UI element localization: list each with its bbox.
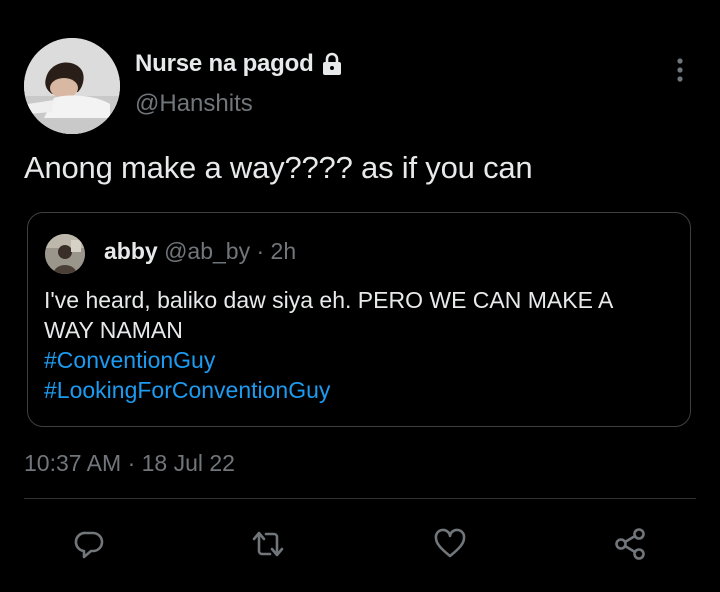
hashtag-link[interactable]: #LookingForConventionGuy (44, 375, 684, 405)
reply-icon[interactable] (72, 526, 108, 562)
author-avatar[interactable] (24, 38, 120, 134)
quoted-meta: @ab_by · 2h (164, 238, 297, 264)
quoted-author-avatar (45, 234, 85, 274)
quoted-header: abby @ab_by · 2h (104, 238, 296, 265)
author-handle[interactable]: @Hanshits (135, 90, 253, 118)
tweet-timestamp: 10:37 AM · 18 Jul 22 (24, 450, 235, 476)
author-name-row: Nurse na pagod (135, 50, 343, 78)
quoted-text-line: WAY NAMAN (44, 317, 183, 343)
author-display-name[interactable]: Nurse na pagod (135, 50, 314, 78)
quoted-display-name: abby (104, 238, 158, 264)
quoted-tweet[interactable]: abby @ab_by · 2h I've heard, baliko daw … (27, 212, 691, 427)
share-icon[interactable] (612, 526, 648, 562)
quoted-text-line: I've heard, baliko daw siya eh. PERO WE … (44, 287, 614, 313)
lock-icon (321, 52, 343, 76)
tweet-text: Anong make a way???? as if you can (24, 150, 533, 185)
tweet: Nurse na pagod @Hanshits Anong make a wa… (0, 0, 720, 592)
hashtag-link[interactable]: #ConventionGuy (44, 345, 684, 375)
divider (24, 498, 696, 499)
like-icon[interactable] (432, 526, 468, 562)
more-options-icon[interactable] (668, 56, 692, 84)
retweet-icon[interactable] (250, 526, 286, 562)
quoted-body: I've heard, baliko daw siya eh. PERO WE … (44, 285, 684, 405)
